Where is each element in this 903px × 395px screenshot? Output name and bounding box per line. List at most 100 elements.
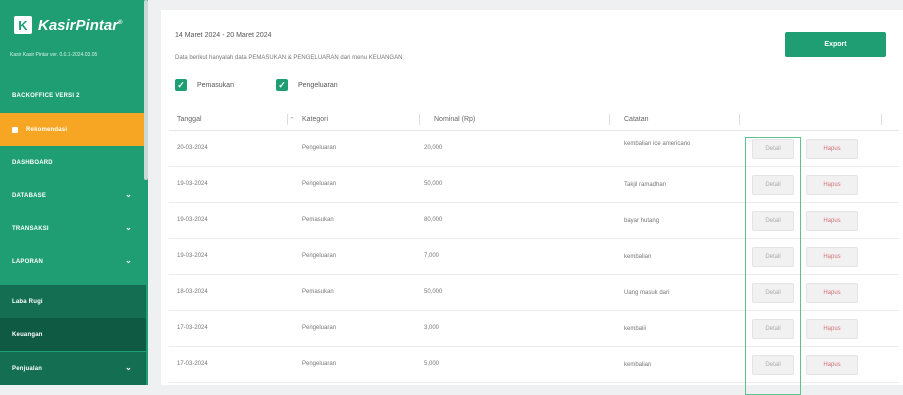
table-row: 17-03-2024 Pengeluaran 5,000 kembalian D… xyxy=(169,347,899,383)
sidebar-item-label: DASHBOARD xyxy=(12,159,53,166)
cell-note: kembalii xyxy=(624,326,647,332)
table-row: 18-03-2024 Pemasukan 50,000 Uang masuk d… xyxy=(169,275,899,311)
cell-date: 18-03-2024 xyxy=(177,289,208,295)
filter-pemasukan[interactable]: ✓ Pemasukan xyxy=(175,79,234,91)
sidebar-scrollbar[interactable] xyxy=(144,0,148,180)
column-header-tanggal[interactable]: Tanggal xyxy=(177,116,202,123)
sidebar-item-penjualan[interactable]: Penjualan ⌄ xyxy=(0,352,146,385)
cell-category: Pengeluaran xyxy=(302,325,337,331)
cell-note: kembalian ice americano xyxy=(624,141,691,147)
table-row: 19-03-2024 Pemasukan 80,000 bayar hutang… xyxy=(169,203,899,239)
delete-button[interactable]: Hapus xyxy=(806,211,858,231)
sidebar-item-label: Penjualan xyxy=(12,365,43,372)
cell-note: Takjil ramadhan xyxy=(624,182,667,188)
cell-category: Pengeluaran xyxy=(302,145,337,151)
sidebar-item-label: Keuangan xyxy=(12,331,43,338)
table-row: 17-03-2024 Pengeluaran 3,000 kembalii De… xyxy=(169,311,899,347)
sidebar-item-label: TRANSAKSI xyxy=(12,225,49,232)
sidebar-item-keuangan[interactable]: Keuangan xyxy=(0,318,146,351)
cell-amount: 7,000 xyxy=(424,253,440,259)
filter-label: Pengeluaran xyxy=(297,81,338,89)
sidebar-item-database[interactable]: DATABASE ⌄ xyxy=(0,179,146,212)
table-row: 19-03-2024 Pengeluaran 50,000 Takjil ram… xyxy=(169,167,899,203)
app-version: Kasir Kasir Pintar ver. 0.0.1-2024.03.05 xyxy=(10,52,98,58)
detail-button[interactable]: Detail xyxy=(752,175,794,195)
table-header: Tanggal ⌃ Kategori Nominal (Rp) Catatan xyxy=(169,108,899,131)
column-header-kategori[interactable]: Kategori xyxy=(302,116,328,123)
cell-amount: 50,000 xyxy=(424,181,443,187)
cell-note: kembalian xyxy=(624,362,652,368)
table-row: 20-03-2024 Pengeluaran 20,000 kembalian … xyxy=(169,131,899,167)
cell-category: Pemasukan xyxy=(302,217,334,223)
cell-amount: 5,000 xyxy=(424,361,440,367)
chevron-down-icon: ⌄ xyxy=(125,363,132,372)
delete-button[interactable]: Hapus xyxy=(806,319,858,339)
brand-trademark: ® xyxy=(118,19,123,26)
filter-label: Pemasukan xyxy=(197,81,234,89)
sidebar-item-transaksi[interactable]: TRANSAKSI ⌄ xyxy=(0,212,146,245)
brand-name: KasirPintar xyxy=(38,16,119,34)
column-divider xyxy=(739,114,740,125)
date-range: 14 Maret 2024 - 20 Maret 2024 xyxy=(175,32,272,39)
detail-button[interactable]: Detail xyxy=(752,211,794,231)
export-button[interactable]: Export xyxy=(785,32,886,57)
cell-category: Pengeluaran xyxy=(302,253,337,259)
cell-category: Pengeluaran xyxy=(302,361,337,367)
sidebar-item-dashboard[interactable]: DASHBOARD xyxy=(0,146,146,179)
detail-button[interactable]: Detail xyxy=(752,319,794,339)
chevron-down-icon: ⌄ xyxy=(125,223,132,232)
cell-date: 19-03-2024 xyxy=(177,217,208,223)
delete-button[interactable]: Hapus xyxy=(806,247,858,267)
column-header-nominal[interactable]: Nominal (Rp) xyxy=(434,116,475,123)
detail-button[interactable]: Detail xyxy=(752,355,794,375)
cell-note: kembalian xyxy=(624,254,652,260)
column-divider xyxy=(609,114,610,125)
cell-category: Pemasukan xyxy=(302,289,334,295)
cell-date: 19-03-2024 xyxy=(177,253,208,259)
sidebar-item-laporan[interactable]: LAPORAN ⌄ xyxy=(0,245,146,278)
checkbox-checked-icon[interactable]: ✓ xyxy=(175,79,187,91)
sidebar-item-label: DATABASE xyxy=(12,192,47,199)
sidebar-item-label: Laba Rugi xyxy=(12,298,43,305)
delete-button[interactable]: Hapus xyxy=(806,175,858,195)
sort-icon[interactable]: ⌃ xyxy=(289,116,295,124)
detail-button[interactable]: Detail xyxy=(752,247,794,267)
report-card: 14 Maret 2024 - 20 Maret 2024 Data berik… xyxy=(161,10,903,395)
delete-button[interactable]: Hapus xyxy=(806,283,858,303)
filter-pengeluaran[interactable]: ✓ Pengeluaran xyxy=(275,79,338,91)
cell-date: 19-03-2024 xyxy=(177,181,208,187)
cell-note: Uang masuk dari xyxy=(624,290,670,296)
cell-amount: 50,000 xyxy=(424,289,443,295)
cell-amount: 80,000 xyxy=(424,217,443,223)
delete-button[interactable]: Hapus xyxy=(806,355,858,375)
chevron-down-icon: ⌄ xyxy=(125,256,132,265)
cell-date: 17-03-2024 xyxy=(177,325,208,331)
detail-button[interactable]: Detail xyxy=(752,139,794,159)
column-divider xyxy=(419,114,420,125)
sidebar-item-label: LAPORAN xyxy=(12,258,44,265)
cell-date: 17-03-2024 xyxy=(177,361,208,367)
transactions-table: Tanggal ⌃ Kategori Nominal (Rp) Catatan … xyxy=(169,108,899,383)
brand-logo[interactable]: K KasirPintar® xyxy=(14,15,122,35)
chevron-down-icon: ⌄ xyxy=(125,190,132,199)
cell-amount: 3,000 xyxy=(424,325,440,331)
sidebar-item-rekomendasi[interactable]: Rekomendasi xyxy=(0,113,146,146)
table-row: 19-03-2024 Pengeluaran 7,000 kembalian D… xyxy=(169,239,899,275)
sidebar-item-laba-rugi[interactable]: Laba Rugi xyxy=(0,285,146,318)
logo-mark-icon: K xyxy=(14,16,32,34)
sidebar-item-label: BACKOFFICE VERSI 2 xyxy=(12,92,80,99)
delete-button[interactable]: Hapus xyxy=(806,139,858,159)
sidebar: K KasirPintar® Kasir Kasir Pintar ver. 0… xyxy=(0,0,148,385)
cell-category: Pengeluaran xyxy=(302,181,337,187)
checkbox-checked-icon[interactable]: ✓ xyxy=(275,79,288,91)
sidebar-section-backoffice[interactable]: BACKOFFICE VERSI 2 xyxy=(0,79,146,112)
column-header-catatan[interactable]: Catatan xyxy=(624,116,649,123)
sidebar-item-label: Rekomendasi xyxy=(26,126,68,133)
detail-button[interactable]: Detail xyxy=(752,283,794,303)
report-description: Data berikut hanyalah data PEMASUKAN & P… xyxy=(175,55,403,61)
cell-amount: 20,000 xyxy=(424,145,443,151)
column-divider xyxy=(287,114,288,125)
cell-date: 20-03-2024 xyxy=(177,145,208,151)
cell-note: bayar hutang xyxy=(624,218,660,224)
star-icon xyxy=(12,126,18,133)
